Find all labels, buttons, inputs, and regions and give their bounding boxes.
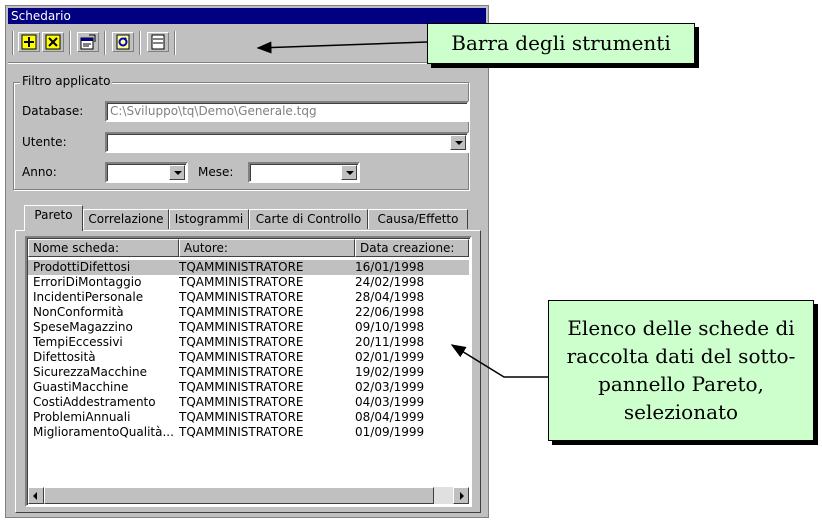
tab-pareto[interactable]: Pareto [24,205,83,231]
arrow-toolbar [256,41,428,54]
callout-arrows [256,41,548,378]
arrow-list [450,344,548,378]
